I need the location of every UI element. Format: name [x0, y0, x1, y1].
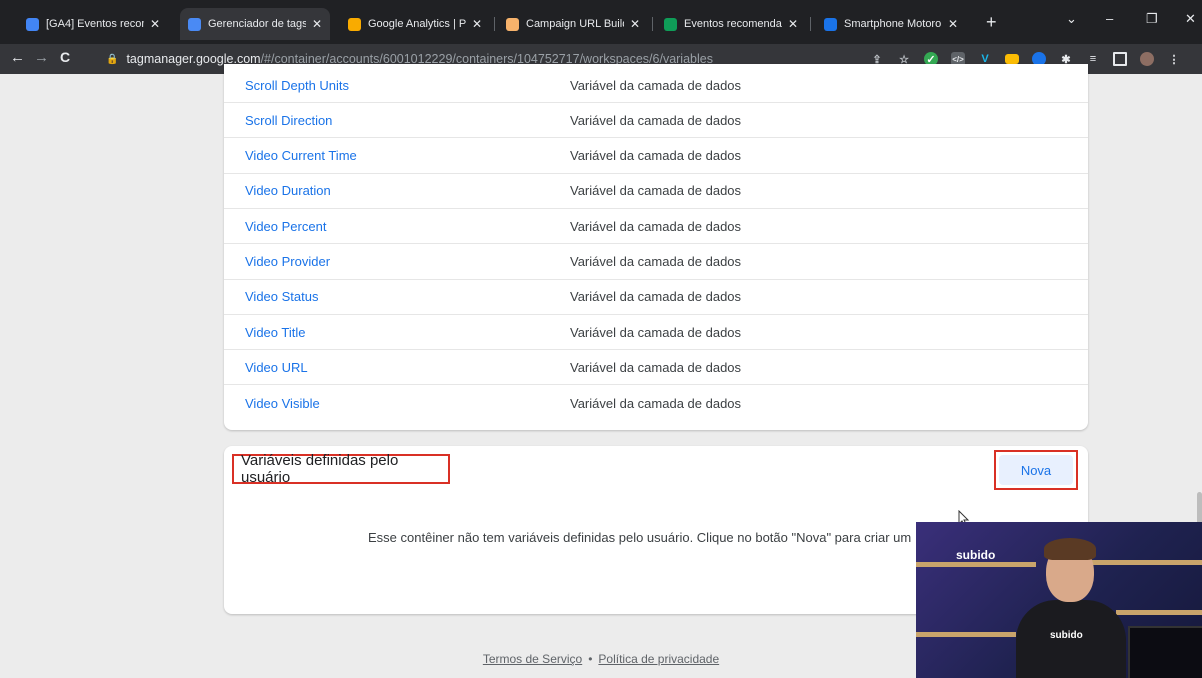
tab-title: Gerenciador de tags d — [208, 18, 306, 30]
cam-shelf — [1116, 610, 1202, 615]
webcam-overlay: subido subido — [916, 522, 1202, 678]
variable-type: Variável da camada de dados — [570, 218, 742, 234]
reload-icon[interactable]: C — [60, 49, 70, 65]
tab-title: [GA4] Eventos recome — [46, 18, 144, 30]
variable-row: Video Status Variável da camada de dados — [224, 280, 1088, 315]
variable-type: Variável da camada de dados — [570, 148, 742, 164]
lock-icon: 🔒 — [106, 53, 119, 65]
variable-type: Variável da camada de dados — [570, 324, 742, 340]
variable-type: Variável da camada de dados — [570, 395, 742, 411]
variable-row: Video Current Time Variável da camada de … — [224, 139, 1088, 174]
tab-separator — [494, 17, 495, 31]
variable-name-link[interactable]: Video Status — [245, 289, 318, 304]
tab-favicon-icon — [348, 17, 361, 31]
tab-title: Campaign URL Builde — [526, 18, 624, 30]
variable-row: Video Duration Variável da camada de dado… — [224, 174, 1088, 209]
variable-name-link[interactable]: Video Visible — [245, 396, 320, 411]
tab-favicon-icon — [26, 17, 39, 31]
variable-row: Scroll Direction Variável da camada de da… — [224, 103, 1088, 139]
variable-name-link[interactable]: Video Provider — [245, 254, 330, 269]
new-variable-button[interactable]: Nova — [999, 455, 1073, 485]
footer-separator: • — [588, 652, 593, 666]
variable-type: Variável da camada de dados — [570, 254, 742, 269]
variable-row: Video Title Variável da camada de dados — [224, 315, 1088, 351]
tab-favicon-icon — [188, 17, 201, 31]
empty-state-message: Esse contêiner não tem variáveis definid… — [368, 530, 912, 545]
builtin-variables-card: Scroll Depth Units Variável da camada de … — [224, 64, 1088, 430]
variable-type: Variável da camada de dados — [570, 112, 742, 128]
tab-close-icon[interactable]: ✕ — [472, 17, 482, 31]
variable-name-link[interactable]: Video Current Time — [245, 148, 357, 163]
minimize-icon[interactable]: – — [1106, 11, 1113, 26]
privacy-link[interactable]: Política de privacidade — [598, 652, 719, 666]
variable-name-link[interactable]: Video Percent — [245, 219, 326, 234]
reading-list-icon[interactable]: ≡ — [1086, 52, 1100, 66]
variable-name-link[interactable]: Video Duration — [245, 183, 331, 198]
variable-row: Video Visible Variável da camada de dados — [224, 386, 1088, 421]
new-variable-highlight: Nova — [994, 450, 1078, 490]
extension-tag-icon[interactable] — [1005, 54, 1019, 64]
presenter — [1016, 538, 1126, 678]
variable-name-link[interactable]: Video URL — [245, 360, 308, 375]
cam-logo-top: subido — [956, 548, 996, 562]
scrollbar-thumb[interactable] — [1197, 492, 1202, 524]
browser-tab-bar: [GA4] Eventos recome✕Gerenciador de tags… — [0, 0, 1202, 44]
presenter-hair — [1044, 538, 1096, 560]
profile-avatar[interactable] — [1140, 52, 1154, 66]
cam-shelf — [916, 632, 1016, 637]
browser-tab[interactable]: Campaign URL Builde ✕ — [498, 8, 648, 40]
tab-title: Eventos recomendado — [684, 18, 782, 30]
user-variables-title: Variáveis definidas pelo usuário — [232, 452, 450, 486]
tab-separator — [652, 17, 653, 31]
cam-logo-shirt: subido — [1050, 630, 1083, 641]
tab-favicon-icon — [824, 17, 837, 31]
tab-close-icon[interactable]: ✕ — [312, 17, 322, 31]
tab-close-icon[interactable]: ✕ — [150, 17, 160, 31]
browser-menu-icon[interactable]: ⋮ — [1167, 52, 1181, 66]
side-panel-icon[interactable] — [1113, 52, 1127, 66]
tab-title: Smartphone Motorol — [844, 18, 942, 30]
tab-close-icon[interactable]: ✕ — [788, 17, 798, 31]
variable-row: Video Provider Variável da camada de dado… — [224, 245, 1088, 280]
tab-favicon-icon — [664, 17, 677, 31]
tab-separator — [810, 17, 811, 31]
variable-type: Variável da camada de dados — [570, 359, 742, 375]
tab-close-icon[interactable]: ✕ — [948, 17, 958, 31]
variable-type: Variável da camada de dados — [570, 289, 742, 305]
variable-name-link[interactable]: Scroll Depth Units — [245, 78, 349, 93]
tab-close-icon[interactable]: ✕ — [630, 17, 640, 31]
browser-tab[interactable]: [GA4] Eventos recome ✕ — [18, 8, 168, 40]
browser-tab[interactable]: Smartphone Motorol ✕ — [816, 8, 966, 40]
variable-type: Variável da camada de dados — [570, 183, 742, 199]
variable-name-link[interactable]: Video Title — [245, 325, 305, 340]
tab-title: Google Analytics | Pá — [368, 18, 466, 30]
back-icon[interactable]: ← — [10, 49, 25, 66]
forward-icon[interactable]: → — [34, 49, 49, 66]
variable-name-link[interactable]: Scroll Direction — [245, 113, 332, 128]
tab-favicon-icon — [506, 17, 519, 31]
restore-icon[interactable]: ❐ — [1146, 11, 1158, 27]
browser-tab[interactable]: Gerenciador de tags d ✕ — [180, 8, 330, 40]
variable-type: Variável da camada de dados — [570, 77, 742, 93]
window-close-icon[interactable]: ✕ — [1185, 11, 1196, 27]
new-tab-button[interactable]: + — [986, 12, 997, 33]
variable-row: Video URL Variável da camada de dados — [224, 350, 1088, 386]
variable-row: Video Percent Variável da camada de dados — [224, 209, 1088, 245]
terms-link[interactable]: Termos de Serviço — [483, 652, 582, 666]
tab-search-icon[interactable]: ⌄ — [1066, 11, 1077, 27]
browser-tab[interactable]: Eventos recomendado ✕ — [656, 8, 806, 40]
cam-monitor — [1128, 626, 1202, 678]
browser-tab[interactable]: Google Analytics | Pá ✕ — [340, 8, 490, 40]
variable-row: Scroll Depth Units Variável da camada de … — [224, 68, 1088, 103]
